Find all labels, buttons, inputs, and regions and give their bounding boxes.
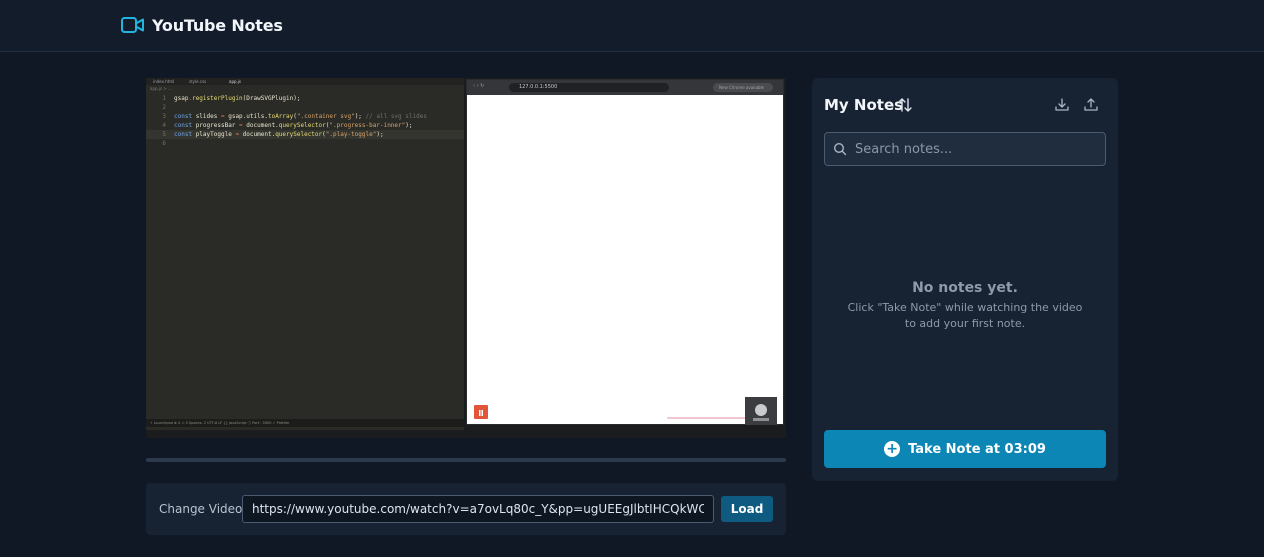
code-text: const progressBar = document.querySelect… [174,122,413,129]
line-number: 1 [162,95,166,102]
editor-tabs: index.html style.css app.js [146,78,464,85]
code-line: 3 const slides = gsap.utils.toArray(".con… [146,112,464,121]
empty-state-title: No notes yet. [912,280,1018,296]
line-number: 6 [162,140,166,147]
editor-status-bar: ⚡ Launchpad ⊗ 0 ⚠ 0 Spaces: 2 UTF-8 LF {… [146,419,464,427]
line-number: 3 [162,113,166,120]
code-line: 6 [146,139,464,148]
change-video-panel: Change Video: Load [146,483,786,535]
notes-panel: My Notes No notes yet. Click "Take Note"… [812,78,1118,481]
webcam-overlay [745,397,777,425]
editor-path: app.js > ... [150,86,172,91]
upload-icon[interactable] [1083,97,1099,113]
load-button[interactable]: Load [721,496,773,522]
line-number: 2 [162,104,166,111]
code-line: 4 const progressBar = document.querySelec… [146,121,464,130]
code-text: const slides = gsap.utils.toArray(".cont… [174,113,427,120]
take-note-button[interactable]: + Take Note at 03:09 [824,430,1106,468]
editor-tab: index.html [153,79,175,84]
editor-tab: style.css [189,79,207,84]
change-video-label: Change Video: [159,502,247,516]
video-progress-track[interactable] [146,458,786,462]
line-number: 5 [162,131,166,138]
top-bar: YouTube Notes [0,0,1264,52]
search-icon [833,142,847,156]
video-editor-frame: index.html style.css app.js app.js > ...… [146,78,464,430]
download-icon[interactable] [1054,97,1070,113]
code-text: const playToggle = document.querySelecto… [174,131,384,138]
sort-icon[interactable] [898,97,912,113]
video-camera-icon [121,15,144,35]
page-pause-button [474,405,488,419]
code-text: gsap.registerPlugin(DrawSVGPlugin); [174,95,301,102]
browser-toolbar: ‹ › ↻ 127.0.0.1:5500 New Chrome availabl… [467,80,783,95]
code-line: 5 const playToggle = document.querySelect… [146,130,464,139]
video-player[interactable]: index.html style.css app.js app.js > ...… [146,78,786,438]
empty-state-hint: Click "Take Note" while watching the vid… [847,301,1083,330]
app-title: YouTube Notes [152,15,283,35]
browser-update-badge: New Chrome available [713,83,773,92]
browser-url: 127.0.0.1:5500 [509,83,669,92]
page-progress-line [667,417,747,419]
take-note-label: Take Note at 03:09 [908,441,1046,457]
search-notes-input[interactable] [855,133,1100,165]
brand[interactable]: YouTube Notes [121,15,283,35]
line-number: 4 [162,122,166,129]
browser-nav-icons: ‹ › ↻ [473,83,485,89]
notes-title: My Notes [824,96,904,114]
plus-icon: + [884,441,901,457]
video-browser-frame: ‹ › ↻ 127.0.0.1:5500 New Chrome availabl… [466,79,784,425]
code-line: 2 [146,103,464,112]
video-url-input[interactable] [242,495,714,523]
search-box[interactable] [824,132,1106,166]
code-line: 1 gsap.registerPlugin(DrawSVGPlugin); [146,94,464,103]
editor-tab: app.js [229,79,241,84]
